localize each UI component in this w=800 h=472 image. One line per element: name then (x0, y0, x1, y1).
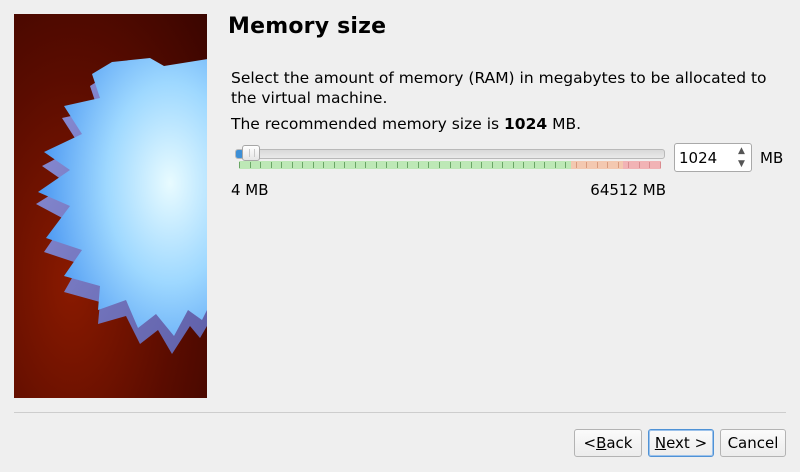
slider-tick (407, 162, 408, 168)
slider-tick (597, 162, 598, 168)
slider-tick (607, 162, 608, 168)
slider-tick (450, 162, 451, 168)
recommended-value: 1024 (504, 115, 548, 133)
slider-tick (302, 162, 303, 168)
star-burst-icon (36, 58, 207, 354)
slider-ticks (239, 161, 661, 169)
slider-tick (576, 162, 577, 168)
slider-tick (323, 162, 324, 168)
slider-tick (523, 162, 524, 168)
slider-tick (513, 162, 514, 168)
wizard-dialog: Memory size Select the amount of memory … (0, 0, 800, 472)
memory-unit-label: MB (760, 149, 784, 167)
next-mnemonic: N (654, 434, 667, 452)
spin-up-icon[interactable]: ▲ (733, 144, 750, 157)
slider-tick (386, 162, 387, 168)
slider-tick (313, 162, 314, 168)
slider-tick (565, 162, 566, 168)
back-button[interactable]: < Back (574, 429, 642, 457)
slider-tick (292, 162, 293, 168)
recommendation-prefix: The recommended memory size is (231, 115, 505, 133)
recommendation-text: The recommended memory size is 1024 MB. (231, 114, 581, 134)
slider-handle[interactable] (242, 145, 260, 161)
slider-tick (492, 162, 493, 168)
cancel-button[interactable]: Cancel (720, 429, 786, 457)
slider-tick (660, 162, 661, 168)
slider-tick (544, 162, 545, 168)
slider-tick (260, 162, 261, 168)
memory-slider[interactable] (231, 144, 667, 172)
slider-tick (586, 162, 587, 168)
slider-tick (344, 162, 345, 168)
slider-tick (649, 162, 650, 168)
slider-tick (428, 162, 429, 168)
slider-tick (439, 162, 440, 168)
slider-tick (618, 162, 619, 168)
slider-tick (418, 162, 419, 168)
slider-tick (239, 162, 240, 168)
slider-tick (281, 162, 282, 168)
page-title: Memory size (228, 14, 387, 39)
memory-description: Select the amount of memory (RAM) in meg… (231, 69, 767, 107)
slider-tick (365, 162, 366, 168)
slider-tick (397, 162, 398, 168)
slider-tick (534, 162, 535, 168)
slider-tick (355, 162, 356, 168)
back-mnemonic: B (596, 434, 607, 452)
next-button[interactable]: Next > (648, 429, 714, 457)
slider-tick (376, 162, 377, 168)
slider-groove[interactable] (235, 149, 665, 159)
memory-spinbox[interactable]: ▲ ▼ (674, 143, 752, 172)
slider-tick (250, 162, 251, 168)
memory-input[interactable] (675, 144, 733, 171)
back-label-rest: ack (606, 434, 633, 452)
slider-tick (628, 162, 629, 168)
slider-tick (639, 162, 640, 168)
button-separator (14, 412, 786, 413)
slider-tick (471, 162, 472, 168)
slider-tick (271, 162, 272, 168)
back-prefix: < (583, 434, 597, 452)
slider-tick (502, 162, 503, 168)
slider-min-label: 4 MB (231, 181, 269, 199)
wizard-side-art (14, 14, 207, 398)
slider-tick (555, 162, 556, 168)
slider-tick (334, 162, 335, 168)
next-label-rest: ext > (666, 434, 708, 452)
recommendation-suffix: MB. (547, 115, 582, 133)
slider-tick (460, 162, 461, 168)
spin-down-icon[interactable]: ▼ (733, 157, 750, 170)
slider-max-label: 64512 MB (590, 181, 666, 199)
slider-tick (481, 162, 482, 168)
